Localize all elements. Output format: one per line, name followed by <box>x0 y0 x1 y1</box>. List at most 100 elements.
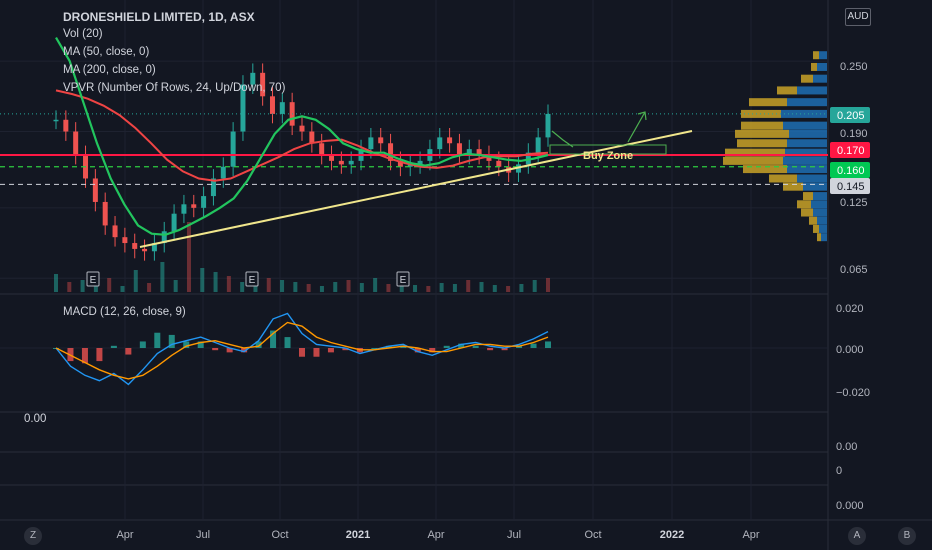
legend-volume[interactable]: Vol (20) <box>63 28 103 40</box>
candle-body <box>437 137 443 150</box>
time-tick-label: Oct <box>271 529 288 541</box>
time-tick-label: 2022 <box>660 529 684 541</box>
vp-down-bar <box>801 208 813 217</box>
volume-bar <box>319 286 324 292</box>
volume-bar <box>67 282 72 292</box>
symbol-title: DRONESHIELD LIMITED, 1D, ASX <box>63 10 255 24</box>
candle-body <box>181 204 187 214</box>
candle-body <box>319 143 325 155</box>
vp-up-bar <box>811 200 827 209</box>
price-tick-label: 0.250 <box>840 61 868 73</box>
legend-ma200[interactable]: MA (200, close, 0) <box>63 64 156 76</box>
volume-bar <box>466 280 471 292</box>
volume-bar <box>386 284 391 292</box>
macd-histogram-bar <box>154 332 161 348</box>
volume-bar <box>240 282 245 292</box>
vp-down-bar <box>777 86 797 95</box>
time-tick-label: Jul <box>196 529 210 541</box>
macd-histogram-bar <box>545 341 551 348</box>
legend-macd[interactable]: MACD (12, 26, close, 9) <box>63 306 186 318</box>
candle-body <box>279 102 285 114</box>
vp-down-bar <box>749 98 787 107</box>
legend-vpvr[interactable]: VPVR (Number Of Rows, 24, Up/Down, 70) <box>63 82 285 94</box>
volume-bar <box>133 270 138 292</box>
macd-tick-label: 0.020 <box>836 303 864 315</box>
candle-body <box>63 119 69 132</box>
candle-body <box>73 131 79 155</box>
candle-body <box>447 137 453 144</box>
volume-bar <box>173 280 178 292</box>
volume-bar <box>293 282 298 292</box>
vp-up-bar <box>817 216 827 225</box>
candle-body <box>132 243 138 249</box>
macd-histogram-bar <box>284 337 291 348</box>
candle-body <box>368 137 374 150</box>
volume-bar <box>213 272 218 292</box>
candle-body <box>220 166 226 179</box>
vp-down-bar <box>769 174 797 183</box>
candle-body <box>545 113 551 138</box>
vp-down-bar <box>723 156 783 165</box>
vp-up-bar <box>817 62 827 71</box>
candle-body <box>230 131 236 167</box>
macd-histogram-bar <box>443 345 450 348</box>
volume-bar <box>506 286 511 292</box>
candle-body <box>535 137 541 153</box>
vp-down-bar <box>737 139 787 148</box>
volume-bar <box>120 286 125 292</box>
arrow-head-icon <box>637 111 647 121</box>
volume-bar <box>492 285 497 292</box>
timezone-button[interactable]: Z <box>24 527 42 545</box>
volume-bar <box>546 278 550 292</box>
time-tick-label: Oct <box>584 529 601 541</box>
earnings-marker-label: E <box>249 275 256 286</box>
macd-histogram-bar <box>212 348 219 351</box>
volume-bar <box>519 284 524 292</box>
volume-bar <box>452 284 457 292</box>
vp-up-bar <box>797 174 827 183</box>
volume-bar <box>266 278 271 292</box>
lower-pane-tick-label: 0 <box>836 465 842 477</box>
vp-up-bar <box>819 224 827 233</box>
vp-down-bar <box>797 200 811 209</box>
time-tick-label: Jul <box>507 529 521 541</box>
legend-ma50[interactable]: MA (50, close, 0) <box>63 46 149 58</box>
candle-body <box>53 119 59 122</box>
currency-button[interactable]: AUD <box>845 8 871 26</box>
candle-body <box>456 143 462 155</box>
vp-down-bar <box>817 233 821 242</box>
macd-histogram-bar <box>487 348 494 351</box>
candle-body <box>122 237 128 244</box>
macd-histogram-bar <box>125 348 132 355</box>
vp-down-bar <box>735 129 789 138</box>
earnings-marker-label: E <box>400 275 407 286</box>
candle-body <box>171 213 177 232</box>
vp-down-bar <box>801 74 813 83</box>
time-tick-label: Apr <box>742 529 759 541</box>
vp-down-bar <box>803 192 813 201</box>
macd-histogram-bar <box>110 345 117 348</box>
vp-up-bar <box>789 129 827 138</box>
lower-pane-tick-label: 0.00 <box>836 441 857 453</box>
candle-body <box>102 201 108 226</box>
earnings-marker-label: E <box>90 275 97 286</box>
vp-down-bar <box>813 224 819 233</box>
price-tick-label: 0.190 <box>840 128 868 140</box>
volume-bar <box>186 222 191 292</box>
volume-bar <box>54 274 58 292</box>
vp-up-bar <box>821 233 827 242</box>
candle-body <box>191 204 197 208</box>
vp-down-bar <box>741 121 783 130</box>
macd-tick-label: −0.020 <box>836 387 870 399</box>
vp-up-bar <box>783 121 827 130</box>
candle-body <box>309 131 315 144</box>
log-scale-button[interactable]: B <box>898 527 916 545</box>
volume-bar <box>147 283 152 292</box>
volume-bar <box>306 284 311 292</box>
trendline <box>139 130 693 248</box>
time-tick-label: Apr <box>427 529 444 541</box>
macd-tick-label: 0.000 <box>836 344 864 356</box>
auto-scale-button[interactable]: A <box>848 527 866 545</box>
vp-up-bar <box>787 139 827 148</box>
volume-bar <box>80 280 85 292</box>
